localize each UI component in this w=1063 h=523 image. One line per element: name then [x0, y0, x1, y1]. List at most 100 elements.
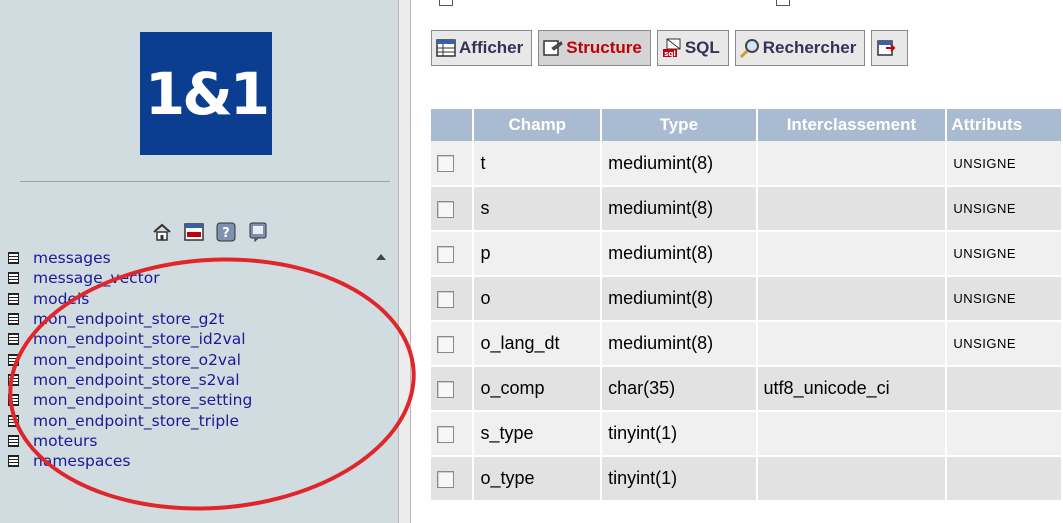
select-cell	[431, 456, 475, 502]
tab-afficher[interactable]: Afficher	[431, 30, 533, 66]
table-name[interactable]: namespaces	[33, 453, 131, 469]
help-icon[interactable]: ?	[216, 222, 236, 242]
main-frame: Afficher Structure sql SQL Rechercher Ch…	[411, 0, 1063, 523]
tab-label: Afficher	[459, 38, 524, 57]
table-name[interactable]: mon_endpoint_store_id2val	[33, 331, 246, 347]
table-name[interactable]: mon_endpoint_store_s2val	[33, 372, 240, 388]
tab-rechercher[interactable]: Rechercher	[734, 30, 866, 66]
divider	[20, 181, 390, 182]
table-icon	[8, 292, 19, 305]
tab-structure[interactable]: Structure	[538, 30, 651, 66]
field-type: char(35)	[601, 366, 758, 412]
field-attributes: UNSIGNE	[946, 231, 1063, 277]
field-type: tinyint(1)	[601, 411, 758, 457]
structure-table: Champ Type Interclassement Attributs t m…	[431, 109, 1063, 502]
column-header-type[interactable]: Type	[601, 109, 758, 141]
row-checkbox[interactable]	[437, 470, 454, 488]
field-collation	[756, 276, 948, 322]
search-icon	[739, 39, 759, 58]
column-header-champ[interactable]: Champ	[473, 109, 603, 141]
table-row: s mediumint(8) UNSIGNE	[431, 186, 1063, 232]
field-collation	[756, 231, 948, 277]
row-checkbox[interactable]	[437, 200, 454, 218]
field-collation	[756, 411, 948, 457]
table-icon	[8, 394, 19, 407]
field-name: o_comp	[473, 366, 603, 412]
field-collation	[756, 456, 948, 502]
table-row: o_lang_dt mediumint(8) UNSIGNE	[431, 321, 1063, 367]
field-attributes: UNSIGNE	[946, 276, 1063, 322]
field-type: tinyint(1)	[601, 456, 758, 502]
row-checkbox[interactable]	[437, 155, 454, 173]
tab-bar: Afficher Structure sql SQL Rechercher	[431, 30, 909, 66]
field-type: mediumint(8)	[601, 321, 758, 367]
table-row: o mediumint(8) UNSIGNE	[431, 276, 1063, 322]
table-item[interactable]: mon_endpoint_store_s2val	[8, 370, 388, 390]
tab-label: Structure	[566, 38, 642, 57]
field-name: s	[473, 186, 603, 232]
frame-splitter[interactable]	[398, 0, 411, 523]
table-icon	[8, 333, 19, 346]
table-icon	[8, 414, 19, 427]
table-row: t mediumint(8) UNSIGNE	[431, 141, 1063, 187]
cropped-top-edge	[431, 0, 991, 10]
field-attributes: UNSIGNE	[946, 141, 1063, 187]
table-icon	[8, 455, 19, 468]
field-name: p	[473, 231, 603, 277]
tab-label: SQL	[684, 38, 720, 57]
table-name[interactable]: mon_endpoint_store_g2t	[33, 311, 224, 327]
field-attributes	[946, 456, 1063, 502]
scroll-up-arrow-icon[interactable]	[376, 254, 386, 260]
field-collation	[756, 186, 948, 232]
table-item[interactable]: mon_endpoint_store_triple	[8, 410, 388, 430]
table-item[interactable]: mon_endpoint_store_setting	[8, 390, 388, 410]
table-item[interactable]: moteurs	[8, 431, 388, 451]
column-header-interclassement[interactable]: Interclassement	[756, 109, 948, 141]
field-collation: utf8_unicode_ci	[756, 366, 948, 412]
home-icon[interactable]	[152, 222, 172, 242]
table-row: s_type tinyint(1)	[431, 411, 1063, 457]
table-item[interactable]: mon_endpoint_store_o2val	[8, 349, 388, 369]
svg-text:sql: sql	[664, 50, 676, 58]
column-header-attributs[interactable]: Attributs	[946, 109, 1063, 141]
table-item[interactable]: mon_endpoint_store_id2val	[8, 329, 388, 349]
table-item[interactable]: namespaces	[8, 451, 388, 471]
brand-logo[interactable]: 1&1	[140, 32, 272, 155]
table-name[interactable]: mon_endpoint_store_triple	[33, 413, 239, 429]
table-item[interactable]: mon_endpoint_store_g2t	[8, 309, 388, 329]
field-name: s_type	[473, 411, 603, 457]
field-attributes	[946, 366, 1063, 412]
row-checkbox[interactable]	[437, 245, 454, 263]
table-icon	[8, 272, 19, 285]
table-icon	[8, 434, 19, 447]
field-attributes	[946, 411, 1063, 457]
field-collation	[756, 321, 948, 367]
sql-docs-icon[interactable]	[248, 222, 268, 242]
select-cell	[431, 276, 475, 322]
nav-icon-bar: ?	[152, 222, 268, 242]
table-name[interactable]: mon_endpoint_store_o2val	[33, 352, 241, 368]
row-checkbox[interactable]	[437, 380, 454, 398]
table-name[interactable]: message_vector	[33, 270, 160, 286]
row-checkbox[interactable]	[437, 290, 454, 308]
svg-text:?: ?	[222, 226, 230, 241]
tab-insert[interactable]	[871, 30, 909, 66]
table-name[interactable]: messages	[33, 250, 111, 266]
table-name[interactable]: moteurs	[33, 433, 97, 449]
select-column-header	[431, 109, 475, 141]
field-type: mediumint(8)	[601, 276, 758, 322]
table-item[interactable]: message_vector	[8, 268, 388, 288]
table-item[interactable]: messages	[8, 248, 388, 268]
field-name: o	[473, 276, 603, 322]
cropped-icon-fragment	[776, 0, 790, 6]
insert-icon	[877, 40, 896, 56]
sql-query-icon[interactable]	[184, 222, 204, 242]
table-name[interactable]: models	[33, 291, 89, 307]
tab-label: Rechercher	[762, 38, 857, 57]
select-cell	[431, 366, 475, 412]
row-checkbox[interactable]	[437, 425, 454, 443]
table-name[interactable]: mon_endpoint_store_setting	[33, 392, 252, 408]
tab-sql[interactable]: sql SQL	[656, 30, 729, 66]
table-item[interactable]: models	[8, 289, 388, 309]
row-checkbox[interactable]	[437, 335, 454, 353]
